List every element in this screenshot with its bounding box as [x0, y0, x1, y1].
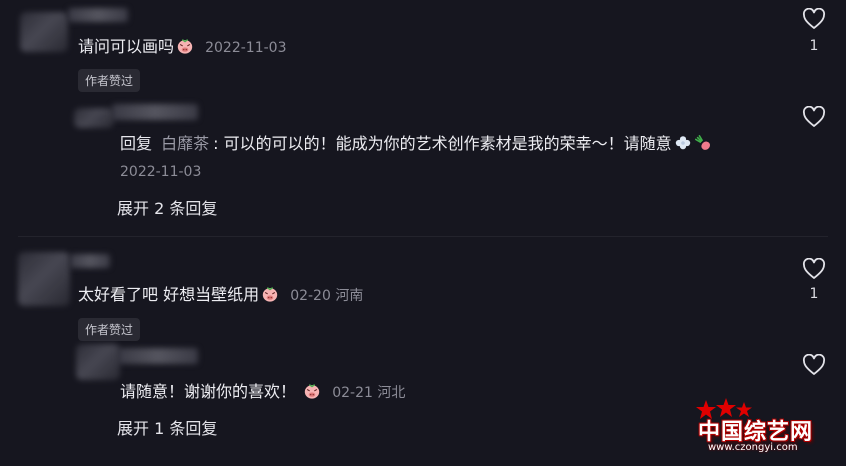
- reply-avatar[interactable]: [74, 108, 114, 128]
- heart-outline-icon: [802, 7, 826, 29]
- comment-text-line: 太好看了吧 好想当壁纸用 02-20 河南: [78, 284, 363, 307]
- reply-date-location: 02-21 河北: [332, 385, 406, 401]
- comment-text-line: 请问可以画吗 2022-11-03: [78, 36, 286, 59]
- heart-outline-icon: [802, 257, 826, 279]
- reply-text-line: 请随意！谢谢你的喜欢！ 02-21 河北: [120, 381, 405, 404]
- expand-replies-button[interactable]: 展开 1 条回复: [117, 415, 217, 439]
- radish-emoji-icon: [694, 134, 710, 150]
- avatar[interactable]: [20, 12, 68, 52]
- reply-date: 2022-11-03: [120, 164, 202, 180]
- reply-like-button[interactable]: [801, 105, 827, 132]
- author-liked-badge: 作者赞过: [78, 318, 141, 341]
- reply-prefix: 回复: [120, 134, 153, 153]
- like-button[interactable]: [801, 7, 827, 34]
- reply-text-line: 回复 白靡茶: 可以的可以的！能成为你的艺术创作素材是我的荣幸～！请随意: [120, 133, 712, 155]
- pig-face-emoji-icon: [304, 384, 320, 399]
- reply-like-button[interactable]: [801, 353, 827, 380]
- username-blurred[interactable]: [68, 8, 128, 22]
- like-button[interactable]: [801, 257, 827, 284]
- like-count: 1: [809, 286, 819, 302]
- username-blurred[interactable]: [70, 254, 110, 268]
- expand-replies-button[interactable]: 展开 2 条回复: [117, 195, 217, 219]
- heart-outline-icon: [802, 353, 826, 375]
- reply-to-user[interactable]: 白靡茶: [161, 134, 209, 153]
- flower-emoji-icon: [675, 136, 690, 150]
- author-liked-badge: 作者赞过: [78, 69, 141, 92]
- reply-avatar[interactable]: [76, 344, 120, 380]
- comment-text: 太好看了吧 好想当壁纸用: [78, 285, 260, 304]
- comment-date: 2022-11-03: [205, 40, 287, 56]
- reply-username-blurred[interactable]: [118, 348, 198, 364]
- reply-text: : 可以的可以的！能成为你的艺术创作素材是我的荣幸～！请随意: [213, 134, 672, 153]
- reply-username-blurred[interactable]: [112, 104, 198, 120]
- comment-divider: [18, 236, 828, 237]
- pig-face-emoji-icon: [262, 287, 278, 302]
- comment-text: 请问可以画吗: [78, 37, 175, 56]
- watermark-url: www.czongyi.com: [708, 442, 798, 453]
- comment-date-location: 02-20 河南: [290, 288, 364, 304]
- pig-face-emoji-icon: [177, 39, 193, 54]
- avatar[interactable]: [18, 252, 70, 306]
- like-count: 1: [809, 38, 819, 54]
- reply-text: 请随意！谢谢你的喜欢！: [120, 382, 297, 401]
- heart-outline-icon: [802, 105, 826, 127]
- site-watermark: 中国综艺网 www.czongyi.com: [694, 398, 840, 460]
